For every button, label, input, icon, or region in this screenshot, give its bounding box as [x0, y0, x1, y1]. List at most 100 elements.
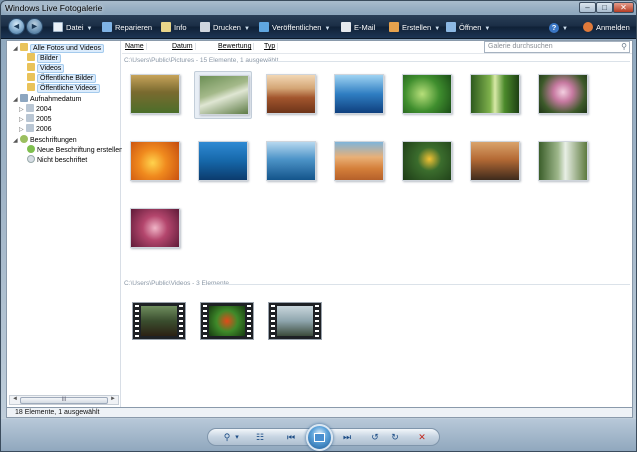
photo-orange-flowers: [130, 141, 180, 181]
photo-thumbnail[interactable]: [534, 71, 592, 119]
film-strip: [203, 305, 207, 337]
photo-creek: [199, 75, 249, 115]
chevron-down-icon: ▼: [562, 26, 568, 32]
forward-button[interactable]: ►: [26, 18, 43, 35]
slideshow-button[interactable]: [306, 424, 333, 451]
tree-item-new-tag[interactable]: Neue Beschriftung erstellen: [27, 145, 123, 155]
signin-button[interactable]: Anmelden: [583, 20, 630, 35]
photo-thumbnail[interactable]: [194, 138, 252, 186]
photo-thumbnail[interactable]: [126, 71, 184, 119]
gallery-icon: [20, 43, 28, 51]
calendar-icon: [20, 94, 28, 102]
photo-thumbnail[interactable]: [330, 71, 388, 119]
photo-thumbnail[interactable]: [466, 138, 524, 186]
photo-sea-turtle: [198, 141, 248, 181]
slideshow-icon: [314, 433, 325, 442]
tree-item-tags[interactable]: ◢ Beschriftungen: [13, 135, 77, 145]
photo-desert-rocks: [266, 74, 316, 114]
video-thumbnail[interactable]: [266, 299, 324, 347]
tree-item-untagged[interactable]: Nicht beschriftet: [27, 155, 87, 165]
toolbar-create-menu[interactable]: Erstellen ▼: [389, 20, 440, 35]
tree-item-year-2006[interactable]: ▷ 2006: [19, 124, 52, 134]
tree-item-public-pictures[interactable]: Öffentliche Bilder: [27, 73, 97, 83]
tree-item-pictures[interactable]: Bilder: [27, 53, 61, 63]
tree-item-year-2004[interactable]: ▷ 2004: [19, 104, 52, 114]
search-input[interactable]: Galerie durchsuchen ⚲: [484, 41, 630, 53]
video-frame: [277, 306, 313, 336]
group-divider: [210, 284, 630, 285]
rotate-clockwise-icon[interactable]: ↻: [388, 431, 402, 444]
help-icon: ?: [549, 23, 559, 33]
photo-thumbnail[interactable]: [398, 138, 456, 186]
photo-thumbnail[interactable]: [126, 138, 184, 186]
open-icon: [446, 22, 456, 32]
photo-thumbnail[interactable]: [262, 138, 320, 186]
photo-thumbnail[interactable]: [262, 71, 320, 119]
photo-thumbnail[interactable]: [330, 138, 388, 186]
column-header-name[interactable]: Name: [125, 43, 147, 50]
video-frame: [209, 306, 245, 336]
chevron-down-icon: ▼: [484, 26, 491, 32]
tree-item-public-videos[interactable]: Öffentliche Videos: [27, 83, 100, 93]
gallery-content: Name Datum Bewertung Typ Galerie durchsu…: [122, 41, 632, 407]
tree-item-year-2005[interactable]: ▷ 2005: [19, 114, 52, 124]
column-header-type[interactable]: Typ: [264, 43, 279, 50]
search-icon[interactable]: ⚲: [621, 42, 627, 52]
file-icon: [53, 22, 63, 32]
photo-blue-landscape: [334, 74, 384, 114]
photo-thumbnail[interactable]: [194, 71, 252, 119]
scrollbar-thumb[interactable]: III: [20, 397, 108, 404]
photo-waterfall: [538, 141, 588, 181]
expand-icon[interactable]: ▷: [19, 125, 26, 135]
video-thumbnail[interactable]: [198, 299, 256, 347]
tree-item-videos[interactable]: Videos: [27, 63, 65, 73]
column-header-rating[interactable]: Bewertung: [218, 43, 255, 50]
chevron-down-icon: ▼: [434, 26, 441, 32]
tree-item-date-taken[interactable]: ◢ Aufnahmedatum: [13, 94, 81, 104]
chevron-down-icon[interactable]: ▾: [230, 431, 244, 444]
collapse-icon[interactable]: ◢: [13, 44, 20, 54]
photo-forest: [470, 74, 520, 114]
collapse-icon[interactable]: ◢: [13, 136, 20, 146]
actual-size-icon[interactable]: ☷: [253, 431, 267, 444]
photo-autumn-tree: [130, 74, 180, 114]
photo-thumbnail[interactable]: [398, 71, 456, 119]
scroll-left-icon[interactable]: ◄: [12, 396, 18, 402]
column-header-date[interactable]: Datum: [172, 43, 196, 50]
back-button[interactable]: ◄: [8, 18, 25, 35]
scroll-right-icon[interactable]: ►: [110, 396, 116, 402]
delete-icon[interactable]: ✕: [415, 431, 429, 444]
calendar-icon: [26, 104, 34, 112]
new-tag-icon: [27, 145, 35, 153]
previous-icon[interactable]: ⏮: [284, 431, 298, 444]
toolbar-info-button[interactable]: Info: [161, 20, 187, 35]
toolbar-email-button[interactable]: E-Mail: [341, 20, 375, 35]
sidebar-horizontal-scrollbar[interactable]: ◄ III ►: [9, 395, 119, 405]
photo-thumbnail[interactable]: [126, 205, 184, 253]
info-tag-icon: [161, 22, 171, 32]
status-text: 18 Elemente, 1 ausgewählt: [15, 409, 100, 416]
chevron-down-icon: ▼: [86, 26, 93, 32]
help-button[interactable]: ? ▼: [549, 20, 568, 35]
rotate-counterclockwise-icon[interactable]: ↺: [368, 431, 382, 444]
photo-thumbnail[interactable]: [534, 138, 592, 186]
video-butterfly: [200, 302, 254, 340]
column-headers: Name Datum Bewertung Typ Galerie durchsu…: [122, 41, 632, 54]
chevron-down-icon: ▼: [243, 26, 250, 32]
next-icon[interactable]: ⏭: [340, 431, 354, 444]
photo-coral: [130, 208, 180, 248]
toolbar-repair-button[interactable]: Reparieren: [102, 20, 152, 35]
maximize-button[interactable]: □: [596, 2, 613, 13]
toolbar-open-menu[interactable]: Öffnen ▼: [446, 20, 490, 35]
photo-whale-tail: [266, 141, 316, 181]
minimize-button[interactable]: –: [579, 2, 596, 13]
toolbar-print-menu[interactable]: Drucken ▼: [200, 20, 250, 35]
toolbar-file-menu[interactable]: Datei ▼: [53, 20, 92, 35]
tree-item-all[interactable]: ◢ Alle Fotos und Videos: [13, 43, 104, 53]
repair-icon: [102, 22, 112, 32]
photo-thumbnail[interactable]: [466, 71, 524, 119]
close-button[interactable]: ✕: [613, 2, 634, 13]
toolbar-publish-menu[interactable]: Veröffentlichen ▼: [259, 20, 330, 35]
video-thumbnail[interactable]: [130, 299, 188, 347]
playback-controls: ⚲ ▾ ☷ ⏮ ⏭ ↺ ↻ ✕: [207, 424, 440, 451]
